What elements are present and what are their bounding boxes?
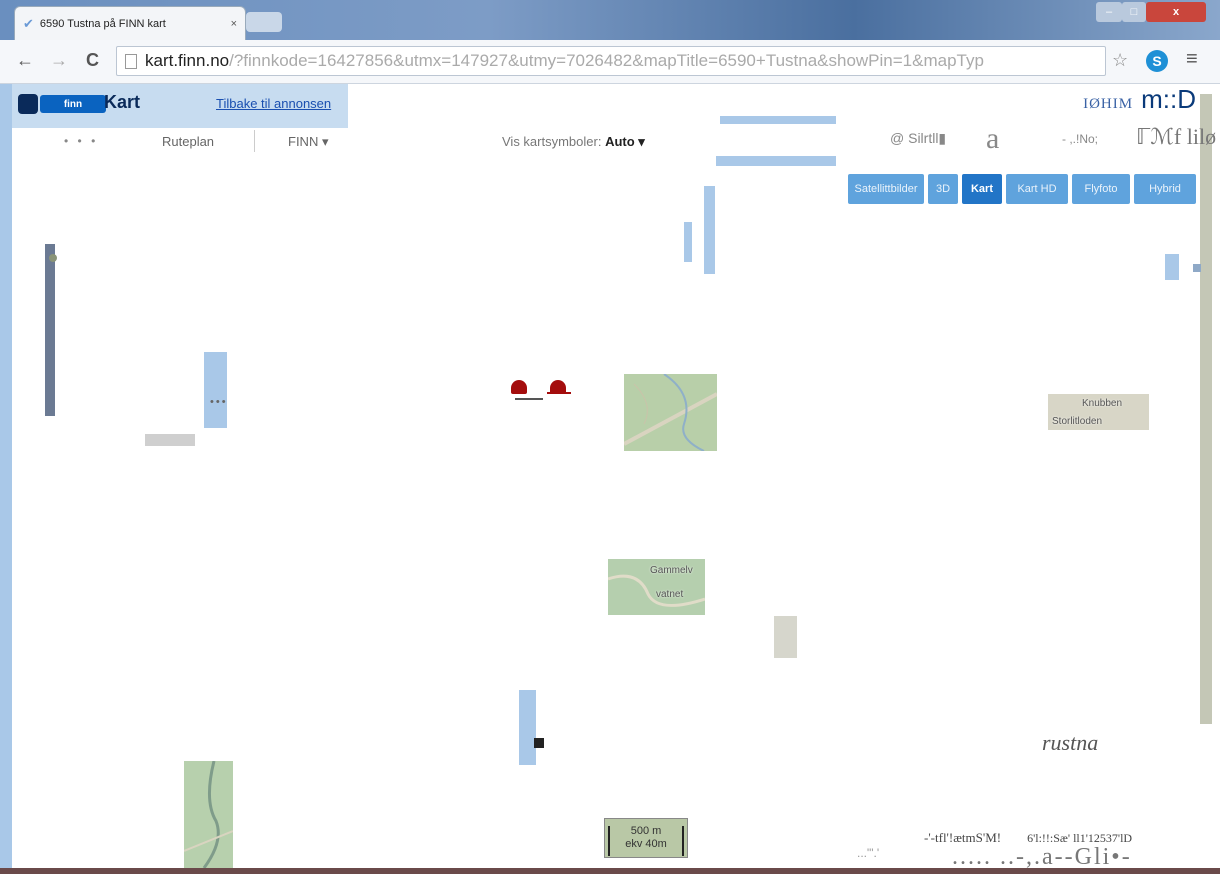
map-fragment-chip [534,738,544,748]
minimize-button[interactable]: – [1096,2,1122,22]
pin-connector [515,398,543,400]
browser-menu-icon[interactable]: ≡ [1186,48,1198,71]
footer-dots: ..."'.' [857,846,880,860]
address-bar[interactable]: kart.finn.no/?finnkode=16427856&utmx=147… [116,46,1106,76]
finn-logo-mark-icon [18,94,38,114]
map-label-storlitloden: Storlitloden [1052,416,1103,427]
map-label-vatnet: vatnet [656,589,684,600]
map-fragment-dots: ••• [210,396,228,408]
finn-header: finn Kart Tilbake til annonsen [12,84,348,128]
map-type-3d[interactable]: 3D [928,174,958,204]
zoom-slider-handle[interactable] [49,254,57,262]
close-window-button[interactable]: x [1146,2,1206,22]
browser-toolbar: ← → C kart.finn.no/?finnkode=16427856&ut… [0,40,1220,84]
page-title: Kart [104,92,141,112]
bookmark-star-icon[interactable]: ☆ [1112,50,1128,71]
page-icon [125,53,137,69]
map-fragment-chip [1193,264,1201,272]
header-fragment-bar [716,156,836,166]
brand-right-small: IØHIM [1083,96,1134,112]
url-host: kart.finn.no [145,51,230,70]
map-page[interactable]: finn Kart Tilbake til annonsen • • • Rut… [0,84,1220,874]
map-fragment-chip [774,616,797,658]
location-pin-icon[interactable] [511,380,527,394]
map-fragment-chip [145,434,195,446]
right-scrollbar[interactable] [1200,94,1212,724]
map-type-kart-hd[interactable]: Kart HD [1006,174,1068,204]
map-tile[interactable] [624,374,717,451]
map-type-switcher: Satellittbilder 3D Kart Kart HD Flyfoto … [848,174,1200,204]
tool-glyph-a[interactable]: a [986,122,999,156]
new-tab-button[interactable] [246,12,282,32]
zoom-slider[interactable] [45,244,55,416]
reload-icon[interactable]: C [86,50,99,71]
pin-connector [547,392,571,394]
scale-distance: 500 m [630,825,662,837]
map-fragment-bar [684,222,692,262]
search-tool[interactable]: @ Silrtll▮ [890,130,946,147]
header-fragment-bar [720,116,836,124]
map-label-rustna: rustna [1042,730,1099,755]
scale-tick [608,826,610,856]
maximize-button[interactable]: □ [1122,2,1146,22]
browser-window: ✔ 6590 Tustna på FINN kart × – □ x ← → C… [0,0,1220,874]
map-type-kart[interactable]: Kart [962,174,1002,204]
tool-text[interactable]: - ,.!No; [1062,132,1098,146]
brand-right: IØHIM m::D [1083,84,1196,115]
scale-contour: ekv 40m [625,838,667,850]
map-fragment-bar [204,352,227,428]
map-symbols-selector[interactable]: Vis kartsymboler: Auto ▾ [502,134,645,150]
left-edge-bar [0,84,12,868]
forward-arrow-icon[interactable]: → [50,50,68,71]
map-symbols-label: Vis kartsymboler: [502,134,602,149]
window-titlebar: ✔ 6590 Tustna på FINN kart × – □ x [0,0,1220,40]
map-type-hybrid[interactable]: Hybrid [1134,174,1196,204]
finn-logo[interactable]: finn [40,95,106,113]
copyright-text-2: 6'l:!!:Sæ' ll1'12537'lD [1027,831,1133,845]
more-menu-dots[interactable]: • • • [64,134,98,148]
map-tile[interactable]: Knubben Storlitloden [1048,394,1149,430]
tab-close-icon[interactable]: × [231,18,237,30]
map-tools-row: @ Silrtll▮ a - ,.!No; ℾℳf lilø [890,122,1216,156]
copyright-text-1: -'-tfl'!ætmS'M! [924,830,1002,845]
ruteplan-link[interactable]: Ruteplan [162,134,214,149]
map-fragment-bar [1165,254,1179,280]
map-fragment-bar [519,690,536,765]
browser-tab[interactable]: ✔ 6590 Tustna på FINN kart × [14,6,246,40]
url-path: /?finnkode=16427856&utmx=147927&utmy=702… [229,51,984,70]
skype-extension-icon[interactable]: S [1146,50,1168,72]
map-label-knubben: Knubben [1082,398,1123,409]
map-symbols-value[interactable]: Auto ▾ [605,134,645,149]
brand-right-large: m::D [1141,84,1196,114]
map-fragment-bar [704,186,715,274]
nav-divider [254,130,255,152]
map-scale-bar: 500 m ekv 40m [604,818,688,858]
back-to-ad-link[interactable]: Tilbake til annonsen [216,96,331,111]
footer-garbled-text: ..... ..-,.a--Gli•- [952,844,1132,870]
back-arrow-icon[interactable]: ← [16,50,34,71]
finn-favicon-icon: ✔ [23,15,34,31]
map-type-satellite[interactable]: Satellittbilder [848,174,924,204]
finn-menu-dropdown[interactable]: FINN ▾ [288,134,328,150]
map-tile[interactable] [184,761,233,868]
map-label-gammelv: Gammelv [650,565,693,576]
map-tile[interactable]: Gammelv vatnet [608,559,705,615]
tab-title: 6590 Tustna på FINN kart [39,17,166,30]
tool-glyph-mf[interactable]: ℾℳf lilø [1136,124,1216,150]
url-text: kart.finn.no/?finnkode=16427856&utmx=147… [145,51,984,71]
map-type-flyfoto[interactable]: Flyfoto [1072,174,1130,204]
scale-tick [682,826,684,856]
